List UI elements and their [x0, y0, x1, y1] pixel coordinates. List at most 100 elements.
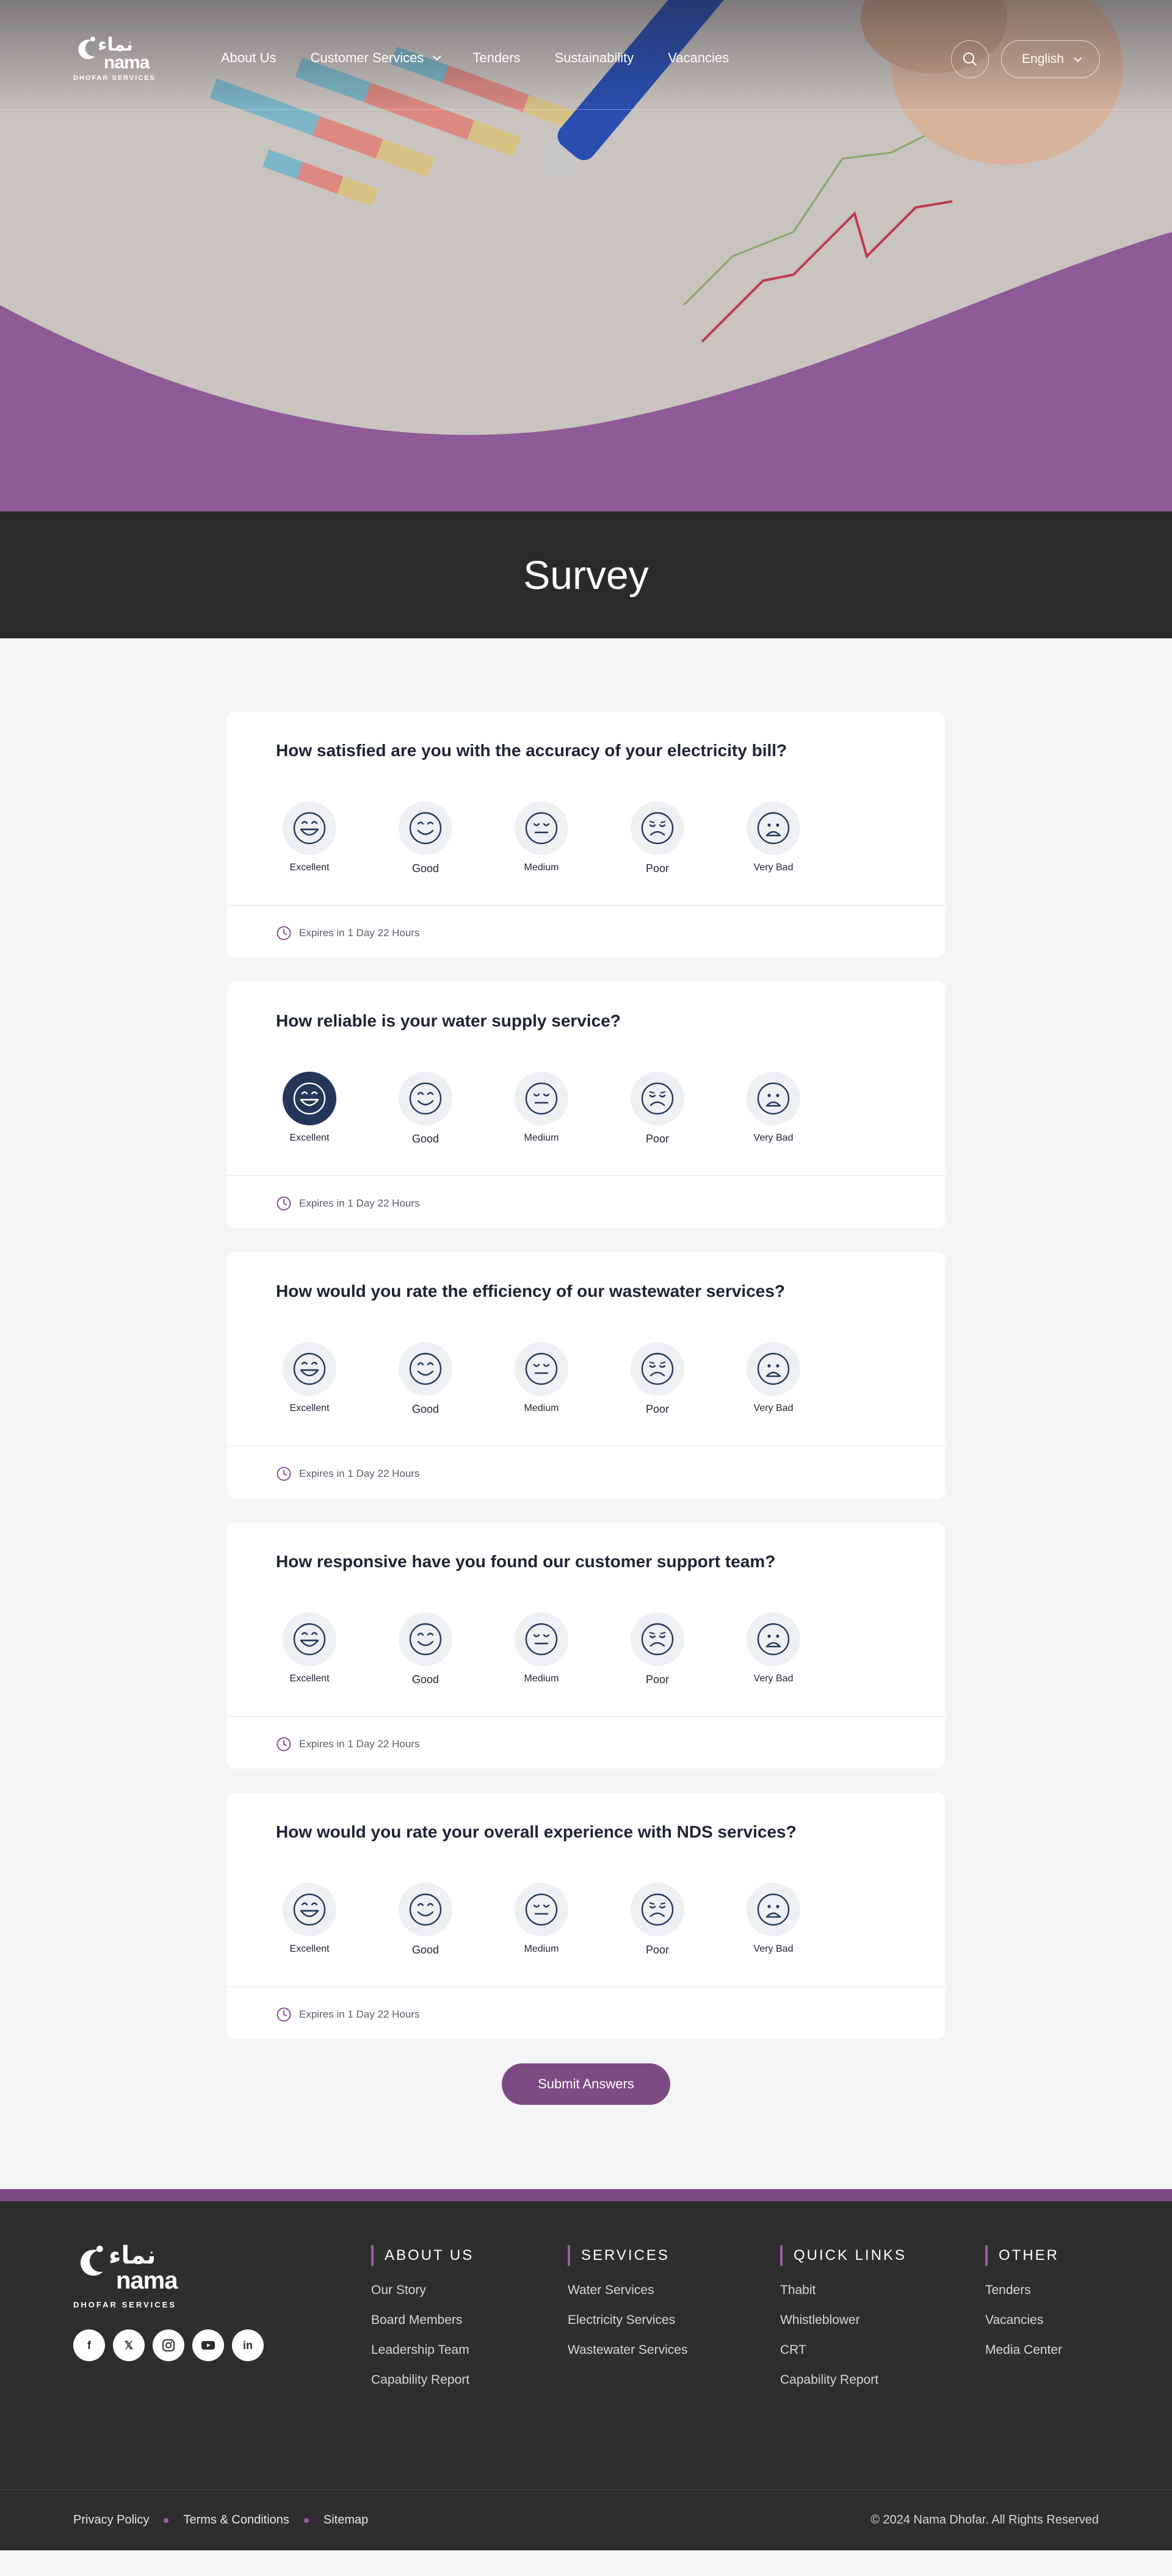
- logo-mark-icon: [80, 2245, 103, 2276]
- expiry-text: Expires in 1 Day 22 Hours: [299, 2008, 420, 2020]
- footer-col-about-us: ABOUT US Our Story Board Members Leaders…: [371, 2245, 474, 2403]
- footer-link[interactable]: Board Members: [371, 2313, 474, 2328]
- facebook-icon[interactable]: f: [73, 2329, 105, 2361]
- separator-dot: [164, 2517, 169, 2523]
- footer-link[interactable]: Thabit: [780, 2283, 906, 2298]
- rating-option-label: Very Bad: [753, 1403, 794, 1413]
- rating-options: Excellent Good Medium Poor Very Bad: [276, 801, 825, 881]
- footer-col-title: SERVICES: [568, 2245, 687, 2266]
- footer-col-title: ABOUT US: [371, 2245, 474, 2266]
- footer-link[interactable]: Wastewater Services: [568, 2343, 687, 2358]
- footer-link[interactable]: Tenders: [985, 2283, 1062, 2298]
- footer-link[interactable]: Media Center: [985, 2343, 1062, 2358]
- rating-options: Excellent Good Medium Poor Very Bad: [276, 1883, 825, 1962]
- nav-tenders[interactable]: Tenders: [472, 50, 520, 66]
- sad-face-icon: [747, 1342, 800, 1396]
- footer-link[interactable]: Water Services: [568, 2283, 687, 2298]
- clock-icon: [277, 1467, 291, 1481]
- survey-question: How would you rate your overall experien…: [276, 1822, 797, 1841]
- nav-about-us[interactable]: About Us: [221, 50, 277, 66]
- x-icon[interactable]: 𝕏: [113, 2329, 145, 2361]
- rating-option-excellent[interactable]: Excellent: [276, 1342, 343, 1414]
- youtube-icon[interactable]: [192, 2329, 224, 2361]
- expiry-info: Expires in 1 Day 22 Hours: [276, 2007, 419, 2022]
- nav-sustainability[interactable]: Sustainability: [555, 50, 634, 66]
- sad-face-icon: [747, 1072, 800, 1125]
- footer-link[interactable]: CRT: [780, 2343, 906, 2358]
- sad-face-icon: [747, 801, 800, 855]
- rating-option-poor[interactable]: Poor: [624, 1612, 691, 1686]
- rating-option-label: Medium: [524, 1673, 559, 1684]
- sad-face-icon: [747, 1883, 800, 1936]
- rating-option-very-bad[interactable]: Very Bad: [740, 1342, 807, 1414]
- language-label: English: [1022, 52, 1064, 66]
- sitemap-link[interactable]: Sitemap: [324, 2513, 368, 2527]
- expiry-text: Expires in 1 Day 22 Hours: [299, 1468, 420, 1479]
- rating-option-medium[interactable]: Medium: [508, 1612, 575, 1684]
- instagram-icon[interactable]: [153, 2329, 184, 2361]
- rating-option-excellent[interactable]: Excellent: [276, 1883, 343, 1955]
- footer-link[interactable]: Our Story: [371, 2283, 474, 2298]
- submit-answers-button[interactable]: Submit Answers: [502, 2063, 670, 2105]
- site-logo[interactable]: نماء nama DHOFAR SERVICES: [73, 34, 154, 83]
- rating-option-excellent[interactable]: Excellent: [276, 801, 343, 873]
- rating-option-medium[interactable]: Medium: [508, 1883, 575, 1955]
- clock-icon: [277, 926, 291, 940]
- rating-option-poor[interactable]: Poor: [624, 801, 691, 875]
- sad-face-icon: [747, 1612, 800, 1666]
- social-links: f 𝕏 in: [73, 2329, 272, 2361]
- nav-customer-services[interactable]: Customer Services: [310, 50, 442, 66]
- nav-vacancies[interactable]: Vacancies: [668, 50, 729, 66]
- rating-option-good[interactable]: Good: [392, 1883, 459, 1957]
- privacy-policy-link[interactable]: Privacy Policy: [73, 2513, 149, 2527]
- rating-option-excellent[interactable]: Excellent: [276, 1072, 343, 1144]
- rating-option-poor[interactable]: Poor: [624, 1342, 691, 1416]
- rating-option-medium[interactable]: Medium: [508, 1342, 575, 1414]
- footer-logo[interactable]: نماء nama DHOFAR SERVICES: [73, 2242, 178, 2309]
- rating-option-label: Good: [411, 1403, 440, 1415]
- footer-link[interactable]: Electricity Services: [568, 2313, 687, 2328]
- nav-label: About Us: [221, 50, 277, 65]
- rating-option-poor[interactable]: Poor: [624, 1072, 691, 1145]
- frown-face-icon: [631, 1072, 684, 1125]
- survey-card: How satisfied are you with the accuracy …: [227, 712, 945, 958]
- rating-option-label: Excellent: [289, 1673, 330, 1684]
- rating-option-label: Poor: [645, 1673, 670, 1686]
- rating-option-very-bad[interactable]: Very Bad: [740, 1883, 807, 1955]
- rating-option-good[interactable]: Good: [392, 801, 459, 875]
- rating-option-label: Good: [411, 1944, 440, 1956]
- chevron-down-icon: [1074, 54, 1082, 62]
- rating-option-label: Medium: [524, 862, 559, 873]
- footer-link[interactable]: Whistleblower: [780, 2313, 906, 2328]
- rating-option-very-bad[interactable]: Very Bad: [740, 1072, 807, 1144]
- expiry-info: Expires in 1 Day 22 Hours: [276, 1736, 419, 1752]
- rating-option-poor[interactable]: Poor: [624, 1883, 691, 1957]
- linkedin-icon[interactable]: in: [232, 2329, 264, 2361]
- survey-question: How reliable is your water supply servic…: [276, 1011, 621, 1030]
- rating-option-medium[interactable]: Medium: [508, 1072, 575, 1144]
- footer-logo-arabic: نماء: [109, 2242, 156, 2270]
- rating-option-label: Very Bad: [753, 1673, 794, 1684]
- footer-link[interactable]: Leadership Team: [371, 2343, 474, 2358]
- footer-logo-english: nama: [116, 2267, 178, 2294]
- footer-logo-subtitle: DHOFAR SERVICES: [73, 2300, 177, 2309]
- search-button[interactable]: [951, 40, 989, 78]
- rating-option-good[interactable]: Good: [392, 1342, 459, 1416]
- expiry-info: Expires in 1 Day 22 Hours: [276, 1466, 419, 1482]
- rating-option-excellent[interactable]: Excellent: [276, 1612, 343, 1684]
- rating-option-very-bad[interactable]: Very Bad: [740, 1612, 807, 1684]
- terms-conditions-link[interactable]: Terms & Conditions: [183, 2513, 289, 2527]
- footer-link[interactable]: Vacancies: [985, 2313, 1062, 2328]
- grin-face-icon: [283, 1072, 336, 1125]
- rating-option-very-bad[interactable]: Very Bad: [740, 801, 807, 873]
- rating-option-good[interactable]: Good: [392, 1072, 459, 1145]
- rating-option-medium[interactable]: Medium: [508, 801, 575, 873]
- clock-icon: [277, 1737, 291, 1752]
- language-selector[interactable]: English: [1001, 40, 1100, 78]
- nav-label: Customer Services: [310, 50, 424, 65]
- smile-face-icon: [399, 1612, 452, 1666]
- footer-link[interactable]: Capability Report: [780, 2373, 906, 2387]
- rating-option-good[interactable]: Good: [392, 1612, 459, 1686]
- footer-link[interactable]: Capability Report: [371, 2373, 474, 2387]
- frown-face-icon: [631, 801, 684, 855]
